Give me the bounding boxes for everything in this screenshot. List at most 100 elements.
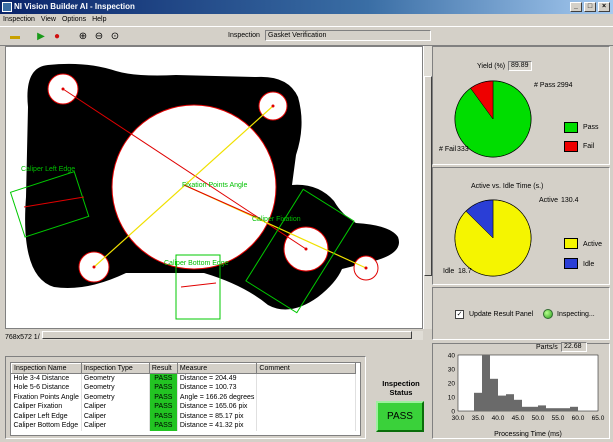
pass-count-value: 2994 — [557, 82, 573, 89]
results-table: Inspection Name Inspection Type Result M… — [10, 362, 361, 436]
histogram-bar — [554, 408, 562, 411]
cell-type: Geometry — [81, 373, 150, 383]
zoom-in-icon[interactable]: ⊕ — [76, 30, 90, 44]
y-tick-label: 10 — [448, 395, 456, 402]
image-vertical-scrollbar[interactable] — [423, 46, 432, 329]
active-idle-title: Active vs. Idle Time (s.) — [471, 183, 544, 190]
zoom-out-icon[interactable]: ⊖ — [92, 30, 106, 44]
cell-type: Caliper — [81, 402, 150, 412]
yield-panel: Yield (%) 89.89 # Pass 2994 # Fail 333 P… — [432, 46, 610, 165]
cell-name: Fixation Points Angle — [11, 392, 82, 402]
toolbar: ▬ ▶ ● ⊕ ⊖ ⊙ Inspection Gasket Verificati… — [0, 26, 613, 46]
table-row[interactable]: Fixation Points Angle Geometry PASS Angle =… — [11, 392, 356, 402]
table-row[interactable]: Caliper Fixation Caliper PASS Distance = 16… — [11, 402, 356, 412]
title-bar: NI Vision Builder AI - Inspection _ □ × — [0, 0, 613, 14]
cell-measure: Distance = 165.06 pix — [177, 402, 258, 412]
cell-measure: Angle = 166.26 degrees — [177, 392, 258, 402]
stop-icon[interactable]: ● — [50, 30, 64, 44]
menu-options[interactable]: Options — [59, 14, 89, 26]
menu-help[interactable]: Help — [89, 14, 109, 26]
histogram-bar — [498, 395, 506, 411]
histogram-bar — [538, 405, 546, 411]
parts-per-sec-value: 22.68 — [561, 342, 587, 352]
cell-comment — [256, 411, 356, 421]
x-tick-label: 45.0 — [512, 415, 525, 422]
run-icon[interactable]: ▶ — [34, 30, 48, 44]
menu-inspection[interactable]: Inspection — [0, 14, 38, 26]
x-tick-label: 60.0 — [572, 415, 585, 422]
update-result-checkbox[interactable]: ✓ — [455, 310, 464, 319]
fail-count-label: # Fail — [439, 146, 457, 153]
yield-value: 89.89 — [508, 61, 532, 71]
legend-active-label: Active — [583, 241, 603, 248]
image-size-label: 768x572 1/1 — [5, 334, 44, 341]
window-title: NI Vision Builder AI - Inspection — [14, 2, 135, 11]
cell-comment — [256, 402, 356, 412]
maximize-button[interactable]: □ — [584, 2, 596, 12]
col-comment[interactable]: Comment — [256, 363, 356, 374]
minimize-button[interactable]: _ — [570, 2, 582, 12]
col-inspection-name[interactable]: Inspection Name — [11, 363, 82, 374]
legend-pass-label: Pass — [583, 124, 599, 131]
active-idle-panel: Active vs. Idle Time (s.) Active 130.4 I… — [432, 167, 610, 285]
y-tick-label: 40 — [448, 353, 456, 360]
cell-type: Caliper — [81, 411, 150, 421]
histogram-bar — [546, 408, 554, 411]
legend-idle-swatch — [564, 258, 578, 269]
table-row[interactable]: Caliper Bottom Edge Caliper PASS Distance =… — [11, 421, 356, 431]
fail-count-value: 333 — [457, 146, 469, 153]
zoom-fit-icon[interactable]: ⊙ — [108, 30, 122, 44]
cell-comment — [256, 392, 356, 402]
x-tick-label: 30.0 — [452, 415, 465, 422]
active-label: Active — [539, 197, 559, 204]
legend-pass-swatch — [564, 122, 578, 133]
cell-measure: Distance = 41.32 pix — [177, 421, 258, 431]
cell-name: Caliper Left Edge — [11, 411, 82, 421]
app-icon — [2, 2, 12, 12]
cell-name: Hole 3-4 Distance — [11, 373, 82, 383]
annotation-fixation-angle: Fixation Points Angle — [182, 182, 247, 189]
table-row[interactable]: Hole 5-6 Distance Geometry PASS Distance = … — [11, 383, 356, 393]
y-tick-label: 20 — [448, 381, 456, 388]
cell-name: Caliper Bottom Edge — [11, 421, 82, 431]
processing-time-histogram: 30.0 35.0 40.0 45.0 50.0 55.0 60.0 65.0 0 10 20 30 4… — [448, 353, 605, 439]
cell-type: Geometry — [81, 392, 150, 402]
col-measure[interactable]: Measure — [176, 363, 258, 374]
open-folder-icon[interactable]: ▬ — [8, 30, 22, 44]
table-row[interactable]: Hole 3-4 Distance Geometry PASS Distance = … — [11, 373, 356, 383]
pass-count-label: # Pass — [534, 82, 556, 89]
cell-type: Caliper — [81, 421, 150, 431]
inspecting-label: Inspecting... — [557, 311, 595, 318]
histogram-bar — [482, 355, 490, 411]
active-value: 130.4 — [561, 197, 579, 204]
inspection-status-title: Inspection Status — [382, 379, 420, 397]
menu-view[interactable]: View — [38, 14, 59, 26]
cell-measure: Distance = 204.49 — [177, 373, 258, 383]
y-tick-label: 30 — [448, 367, 456, 374]
update-result-label: Update Result Panel — [469, 311, 534, 318]
image-display[interactable]: Caliper Left Edge Fixation Points Angle … — [5, 46, 423, 329]
table-row[interactable]: Caliper Left Edge Caliper PASS Distance = 8… — [11, 411, 356, 421]
inspecting-led-icon — [543, 309, 553, 319]
cell-name: Hole 5-6 Distance — [11, 383, 82, 393]
col-result[interactable]: Result — [148, 363, 178, 374]
close-button[interactable]: × — [598, 2, 610, 12]
cell-type: Geometry — [81, 383, 150, 393]
active-idle-pie-chart — [454, 199, 532, 277]
col-inspection-type[interactable]: Inspection Type — [80, 363, 150, 374]
cell-measure: Distance = 85.17 pix — [177, 411, 258, 421]
image-horizontal-scrollbar[interactable] — [40, 331, 423, 340]
legend-active-swatch — [564, 238, 578, 249]
yield-label: Yield (%) — [477, 63, 506, 70]
x-tick-label: 65.0 — [592, 415, 605, 422]
legend-fail-label: Fail — [583, 143, 595, 150]
cell-result: PASS — [149, 421, 178, 431]
x-tick-label: 40.0 — [492, 415, 505, 422]
annotation-caliper-bottom: Caliper Bottom Edge — [164, 260, 229, 267]
parts-per-sec-label: Parts/s — [536, 344, 558, 351]
histogram-bar — [522, 406, 530, 411]
cell-comment — [256, 383, 356, 393]
cell-result: PASS — [149, 411, 178, 421]
results-header-row: Inspection Name Inspection Type Result M… — [11, 363, 356, 374]
x-tick-label: 35.0 — [472, 415, 485, 422]
